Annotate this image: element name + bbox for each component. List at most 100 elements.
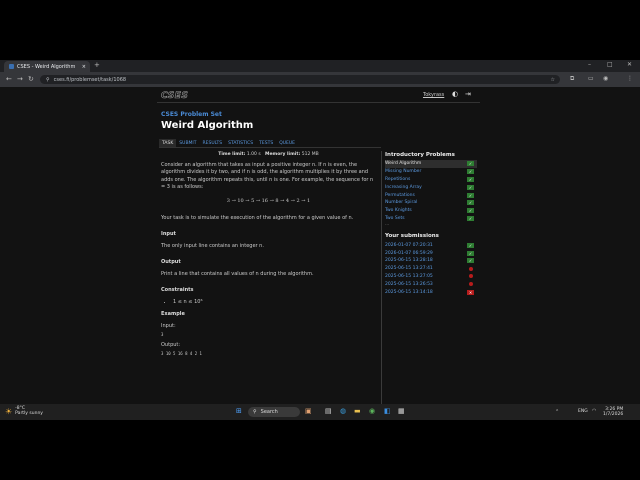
window-close-icon[interactable]: ✕ bbox=[627, 61, 632, 68]
submission-item[interactable]: 2025-06-15 13:27:41 bbox=[385, 265, 477, 273]
example-heading: Example bbox=[161, 310, 185, 317]
tray-arrow-icon[interactable]: ⌃ bbox=[555, 409, 559, 415]
app-icon[interactable]: ▦ bbox=[398, 407, 405, 415]
problem-item[interactable]: Increasing Array ✓ bbox=[385, 183, 477, 191]
submission-item-label: 2025-06-15 13:26:53 bbox=[385, 281, 433, 287]
extensions-icon[interactable]: ⧉ bbox=[570, 75, 574, 83]
problem-item[interactable]: Number Spiral ✓ bbox=[385, 199, 477, 207]
browser-toolbar: ← → ↻ ⚲ cses.fi/problemset/task/1068 ☆ ⧉… bbox=[0, 72, 640, 87]
submission-item[interactable]: 2025-06-15 13:28:18 ✓ bbox=[385, 257, 477, 265]
problem-set-link[interactable]: CSES Problem Set bbox=[161, 111, 222, 118]
reload-icon[interactable]: ↻ bbox=[28, 75, 34, 83]
constraint-item: 1 ≤ n ≤ 10⁶ bbox=[173, 299, 376, 307]
problem-item[interactable]: Two Knights ✓ bbox=[385, 207, 477, 215]
more-problems: ... bbox=[385, 222, 390, 228]
taskbar-search[interactable]: ⚲ Search bbox=[248, 407, 300, 417]
theme-toggle-icon[interactable]: ◐ bbox=[452, 90, 458, 98]
clock[interactable]: 3:26 PM 1/7/2026 bbox=[603, 407, 623, 417]
back-icon[interactable]: ← bbox=[6, 75, 12, 83]
search-icon: ⚲ bbox=[253, 409, 257, 415]
profile-icon[interactable]: ◉ bbox=[603, 75, 608, 82]
cross-icon: ✕ bbox=[467, 289, 474, 295]
new-tab-button[interactable]: + bbox=[94, 61, 100, 69]
tab-title: CSES - Weird Algorithm bbox=[17, 63, 76, 70]
sidebar-icon[interactable]: ▭ bbox=[588, 75, 594, 82]
intro-text: Consider an algorithm that takes as inpu… bbox=[161, 161, 374, 191]
task-view-icon[interactable]: ▤ bbox=[325, 407, 332, 415]
url-text: cses.fi/problemset/task/1068 bbox=[53, 76, 127, 83]
cses-page: CSES Tokyrass ◐ ⇥ CSES Problem Set Weird… bbox=[0, 87, 640, 420]
sidebar: Introductory Problems Weird Algorithm ✓ Mi… bbox=[385, 152, 477, 296]
submission-item[interactable]: 2025-06-15 13:27:05 bbox=[385, 273, 477, 281]
user-link[interactable]: Tokyrass bbox=[423, 92, 444, 98]
maximize-icon[interactable]: □ bbox=[607, 61, 613, 68]
problem-item[interactable]: Weird Algorithm ✓ bbox=[385, 160, 477, 168]
output-heading: Output bbox=[161, 258, 181, 265]
example-output-label: Output: bbox=[161, 342, 181, 348]
check-icon: ✓ bbox=[467, 258, 474, 264]
cross-icon bbox=[468, 266, 473, 271]
weather-widget[interactable]: ☀ -8°C Partly sunny bbox=[5, 406, 43, 416]
example-input-label: Input: bbox=[161, 323, 176, 329]
constraints-list: 1 ≤ n ≤ 10⁶ bbox=[161, 299, 376, 307]
submission-item[interactable]: 2025-06-15 13:26:53 bbox=[385, 280, 477, 288]
submission-item[interactable]: 2026-01-07 06:59:29 ✓ bbox=[385, 249, 477, 257]
cses-logo[interactable]: CSES bbox=[161, 91, 189, 102]
memory-limit-label: Memory limit: bbox=[264, 152, 301, 157]
time-limit: 1.00 s bbox=[246, 152, 261, 157]
check-icon: ✓ bbox=[467, 208, 474, 214]
memory-limit: 512 MB bbox=[301, 152, 319, 157]
submission-item[interactable]: 2026-01-07 07:20:31 ✓ bbox=[385, 241, 477, 249]
minimize-icon[interactable]: – bbox=[588, 61, 591, 68]
browser-tab[interactable]: CSES - Weird Algorithm × bbox=[4, 61, 90, 72]
chrome-icon[interactable]: ◉ bbox=[369, 407, 375, 415]
weather-icon: ☀ bbox=[5, 406, 13, 416]
problem-item-label: Missing Number bbox=[385, 169, 422, 175]
menu-icon[interactable]: ⋮ bbox=[627, 75, 633, 82]
problem-item[interactable]: Repetitions ✓ bbox=[385, 176, 477, 184]
check-icon: ✓ bbox=[467, 215, 474, 221]
tabs-divider bbox=[159, 147, 381, 148]
site-info-icon[interactable]: ⚲ bbox=[46, 77, 50, 83]
problem-item[interactable]: Missing Number ✓ bbox=[385, 168, 477, 176]
cross-icon bbox=[468, 274, 473, 279]
check-icon: ✓ bbox=[467, 192, 474, 198]
start-icon[interactable]: ⊞ bbox=[236, 407, 242, 415]
lang-indicator[interactable]: ENG bbox=[578, 409, 588, 414]
bookmark-star-icon[interactable]: ☆ bbox=[551, 77, 555, 83]
taskbar: ☀ -8°C Partly sunny ⊞ ⚲ Search ▣ ▤ ◍ ▬ ◉… bbox=[0, 404, 640, 420]
problem-item-label: Number Spiral bbox=[385, 200, 418, 206]
problem-list: Weird Algorithm ✓ Missing Number ✓ Repetitio… bbox=[385, 160, 477, 222]
submissions-heading: Your submissions bbox=[385, 233, 439, 240]
search-label: Search bbox=[260, 409, 278, 415]
submission-item-label: 2025-06-15 13:27:41 bbox=[385, 266, 433, 272]
submission-item[interactable]: 2025-06-15 13:14:18 ✕ bbox=[385, 288, 477, 296]
page-title: Weird Algorithm bbox=[161, 120, 254, 131]
problem-item-label: Two Sets bbox=[385, 215, 405, 221]
submission-list: 2026-01-07 07:20:31 ✓ 2026-01-07 06:59:29 ✓… bbox=[385, 241, 477, 296]
edge-icon[interactable]: ◍ bbox=[340, 407, 346, 415]
task-content: Time limit: 1.00 s Memory limit: 512 MB … bbox=[161, 151, 376, 357]
output-text: Print a line that contains all values of… bbox=[161, 271, 314, 277]
content-divider bbox=[381, 151, 382, 409]
clock-date: 1/7/2026 bbox=[603, 412, 624, 417]
problem-item[interactable]: Two Sets ✓ bbox=[385, 215, 477, 223]
check-icon: ✓ bbox=[467, 242, 474, 248]
widget-icon[interactable]: ▣ bbox=[305, 407, 312, 415]
check-icon: ✓ bbox=[467, 176, 474, 182]
task-text: Your task is to simulate the execution o… bbox=[161, 215, 354, 221]
problem-item[interactable]: Permutations ✓ bbox=[385, 191, 477, 199]
check-icon: ✓ bbox=[467, 200, 474, 206]
explorer-icon[interactable]: ▬ bbox=[354, 407, 361, 415]
wifi-icon[interactable]: ◠ bbox=[592, 408, 596, 414]
logout-icon[interactable]: ⇥ bbox=[465, 90, 471, 98]
problem-item-label: Increasing Array bbox=[385, 184, 422, 190]
tab-close-icon[interactable]: × bbox=[82, 64, 86, 70]
check-icon: ✓ bbox=[467, 169, 474, 175]
weather-desc: Partly sunny bbox=[15, 411, 43, 416]
address-bar[interactable]: ⚲ cses.fi/problemset/task/1068 ☆ bbox=[40, 75, 560, 84]
vscode-icon[interactable]: ◧ bbox=[384, 407, 391, 415]
submission-item-label: 2025-06-15 13:27:05 bbox=[385, 273, 433, 279]
forward-icon[interactable]: → bbox=[17, 75, 23, 83]
problems-heading: Introductory Problems bbox=[385, 152, 455, 158]
